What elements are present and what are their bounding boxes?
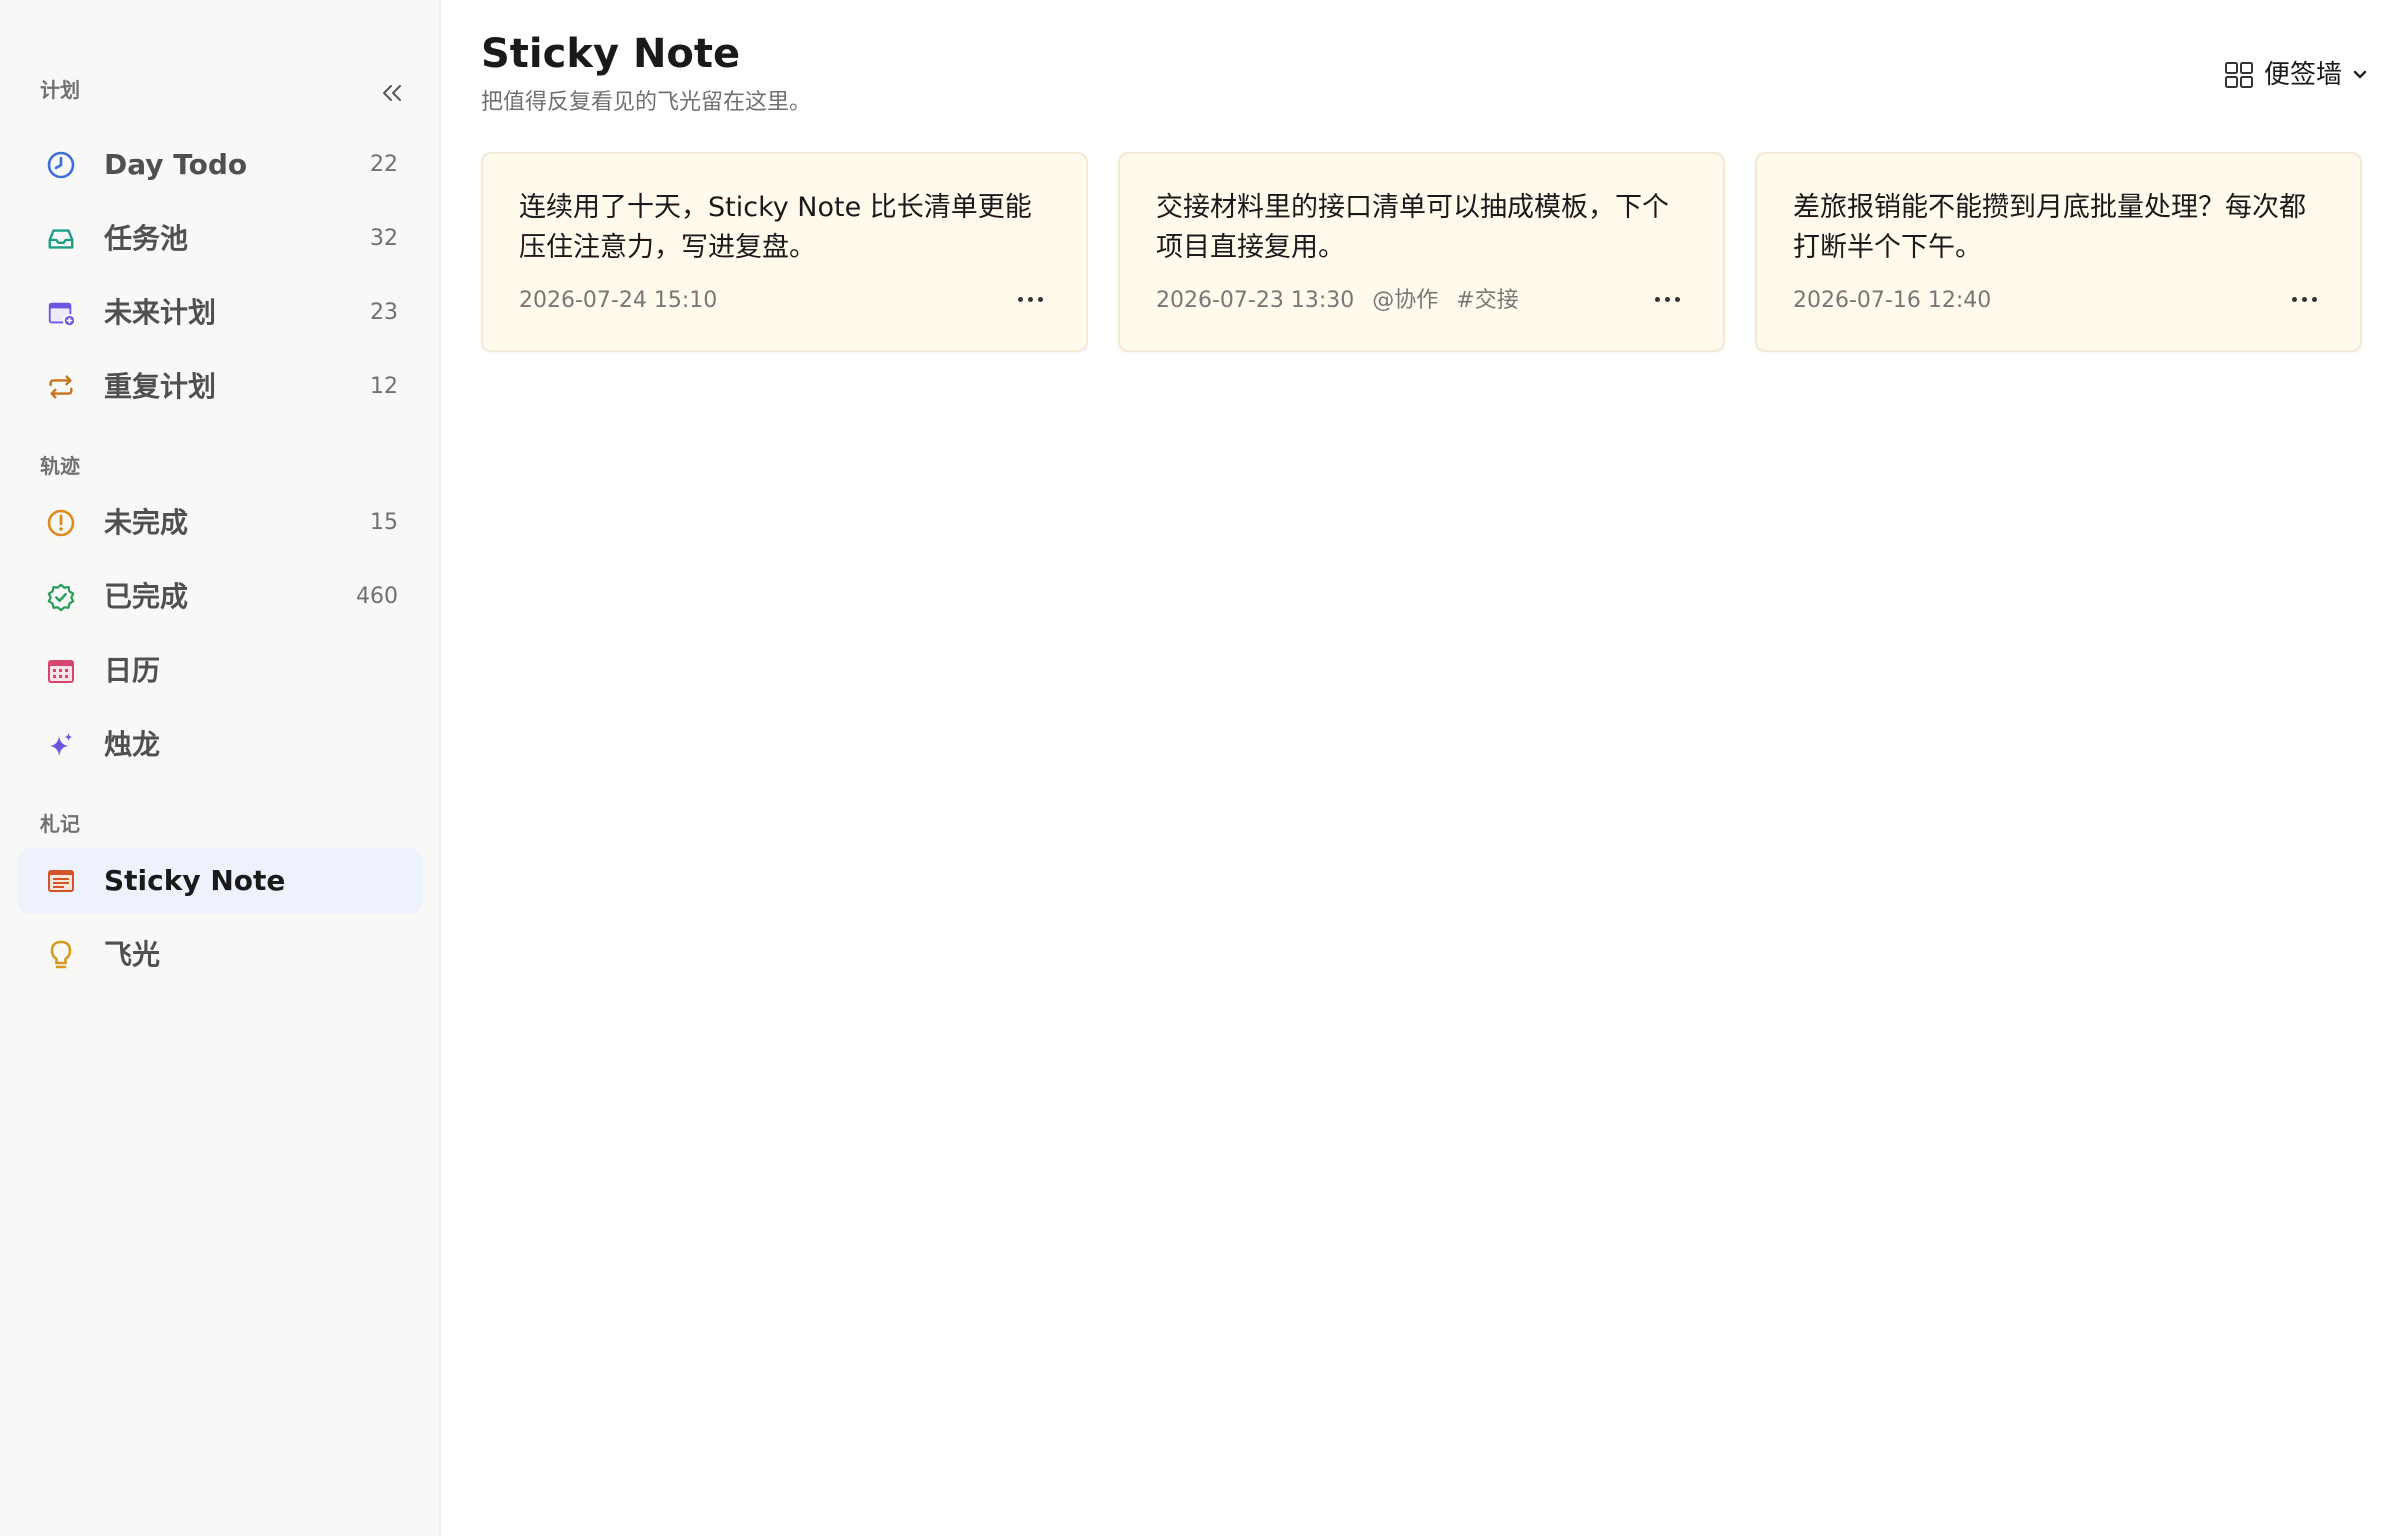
- view-switch-label: 便签墙: [2263, 60, 2342, 90]
- more-dots-icon: [1654, 296, 1660, 302]
- alert-circle-icon: [46, 508, 76, 538]
- sidebar-item-count: 460: [356, 584, 398, 609]
- more-dots-icon: [1037, 296, 1043, 302]
- note-date: 2026-07-23 13:30: [1156, 288, 1355, 313]
- page-subtitle: 把值得反复看见的飞光留在这里。: [481, 90, 812, 115]
- collapse-sidebar-button[interactable]: [374, 78, 410, 108]
- sidebar-item-count: 15: [370, 510, 398, 535]
- sticky-note-card[interactable]: 交接材料里的接口清单可以抽成模板，下个项目直接复用。 2026-07-23 13…: [1118, 152, 1725, 352]
- sidebar-item-count: 32: [370, 226, 398, 251]
- sticky-note-card[interactable]: 连续用了十天，Sticky Note 比长清单更能压住注意力，写进复盘。 202…: [481, 152, 1088, 352]
- repeat-icon: [46, 372, 76, 402]
- check-badge-icon: [46, 582, 76, 612]
- main-content: Sticky Note 把值得反复看见的飞光留在这里。 便签墙 连续用了十天，S…: [441, 0, 2400, 1536]
- sidebar: 计划 Day Todo 22 任务池 32 未来计划 23 重复计划 12 轨迹…: [0, 0, 441, 1536]
- sticky-note-wall: 连续用了十天，Sticky Note 比长清单更能压住注意力，写进复盘。 202…: [481, 152, 2362, 352]
- note-tag-hashtag[interactable]: #交接: [1456, 286, 1518, 316]
- sidebar-item-feiguang[interactable]: 飞光: [18, 922, 422, 988]
- chevrons-left-icon: [383, 85, 401, 101]
- sidebar-item-label: 未完成: [104, 506, 189, 539]
- sidebar-item-label: Day Todo: [104, 148, 248, 181]
- sidebar-item-label: 飞光: [104, 938, 161, 971]
- sidebar-item-day-todo[interactable]: Day Todo 22: [18, 132, 422, 198]
- sidebar-item-incomplete[interactable]: 未完成 15: [18, 490, 422, 556]
- clock-icon: [46, 150, 76, 180]
- section-label-plan: 计划: [40, 78, 80, 102]
- sidebar-item-label: 已完成: [104, 580, 189, 613]
- note-date: 2026-07-16 12:40: [1793, 288, 1992, 313]
- sidebar-item-completed[interactable]: 已完成 460: [18, 564, 422, 630]
- page-title: Sticky Note: [481, 31, 741, 77]
- chevron-down-icon: [2353, 70, 2367, 79]
- more-dots-icon: [1674, 296, 1680, 302]
- sidebar-item-future-plan[interactable]: 未来计划 23: [18, 280, 422, 346]
- sidebar-item-count: 22: [370, 152, 398, 177]
- sticky-note-card[interactable]: 差旅报销能不能攒到月底批量处理？每次都打断半个下午。 2026-07-16 12…: [1755, 152, 2362, 352]
- more-options-button[interactable]: [2286, 284, 2322, 314]
- note-icon: [46, 866, 76, 896]
- sidebar-item-label: 重复计划: [104, 370, 217, 403]
- grid-icon: [2224, 62, 2253, 88]
- note-text: 差旅报销能不能攒到月底批量处理？每次都打断半个下午。: [1793, 192, 2306, 263]
- sidebar-item-count: 23: [370, 300, 398, 325]
- note-meta: 2026-07-24 15:10: [519, 286, 717, 316]
- sidebar-item-label: 未来计划: [104, 296, 217, 329]
- sidebar-item-label: 任务池: [104, 222, 189, 255]
- more-dots-icon: [1017, 296, 1023, 302]
- section-label-notes: 札记: [40, 812, 80, 836]
- sidebar-item-label: 烛龙: [104, 728, 161, 761]
- inbox-icon: [46, 224, 76, 254]
- sidebar-item-repeat-plan[interactable]: 重复计划 12: [18, 354, 422, 420]
- calendar-icon: [46, 656, 76, 686]
- note-text: 交接材料里的接口清单可以抽成模板，下个项目直接复用。: [1156, 192, 1669, 263]
- more-options-button[interactable]: [1012, 284, 1048, 314]
- note-meta: 2026-07-23 13:30 @协作 #交接: [1156, 286, 1519, 316]
- section-label-track: 轨迹: [40, 454, 80, 478]
- calendar-plus-icon: [46, 298, 76, 328]
- view-switch-dropdown[interactable]: 便签墙: [2224, 58, 2368, 92]
- sidebar-item-label: 日历: [104, 654, 161, 687]
- note-tag-mention[interactable]: @协作: [1372, 286, 1438, 316]
- sidebar-item-sticky-note[interactable]: Sticky Note: [18, 848, 422, 914]
- sidebar-item-task-pool[interactable]: 任务池 32: [18, 206, 422, 272]
- sidebar-item-label: Sticky Note: [104, 864, 286, 897]
- more-options-button[interactable]: [1649, 284, 1685, 314]
- note-text: 连续用了十天，Sticky Note 比长清单更能压住注意力，写进复盘。: [519, 192, 1032, 263]
- more-dots-icon: [2291, 296, 2297, 302]
- note-meta: 2026-07-16 12:40: [1793, 286, 1991, 316]
- sidebar-item-count: 12: [370, 374, 398, 399]
- sidebar-item-zhulong[interactable]: 烛龙: [18, 712, 422, 778]
- sidebar-item-calendar[interactable]: 日历: [18, 638, 422, 704]
- more-dots-icon: [2311, 296, 2317, 302]
- more-dots-icon: [2301, 296, 2307, 302]
- more-dots-icon: [1664, 296, 1670, 302]
- more-dots-icon: [1027, 296, 1033, 302]
- lightbulb-icon: [46, 940, 76, 970]
- sparkle-icon: [46, 730, 76, 760]
- note-date: 2026-07-24 15:10: [519, 288, 718, 313]
